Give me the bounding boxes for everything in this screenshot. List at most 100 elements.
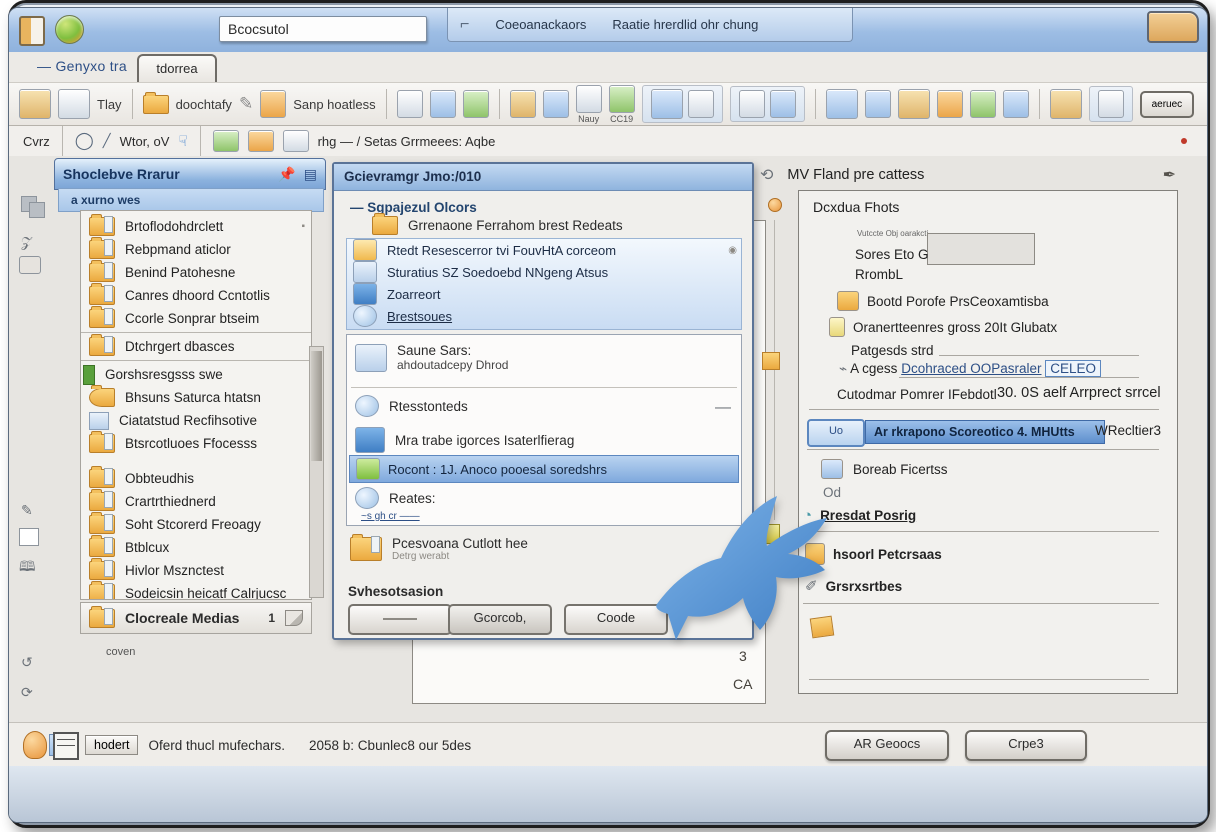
series-settings-text[interactable]: rhg — / Setas Grrmeees: Aqbe (318, 134, 496, 149)
window-icon[interactable] (739, 90, 765, 118)
group-row[interactable]: Sturatius SZ Soedoebd NNgeng Atsus (347, 261, 741, 283)
table-icon[interactable] (213, 130, 239, 152)
uo-button[interactable]: Uo (807, 419, 865, 447)
strip-contacts-icon[interactable] (19, 256, 41, 274)
reader-item[interactable]: Reates: (355, 487, 436, 509)
plant-icon[interactable] (970, 90, 996, 118)
scrollbar-thumb[interactable] (311, 351, 322, 461)
report-row[interactable]: hsoorl Petcrsaas (805, 543, 942, 565)
tree-item[interactable]: Btsrcotluoes Ffocesss (81, 432, 311, 455)
shape-circle-icon[interactable]: ◯ (75, 131, 94, 151)
wtor-tools[interactable]: Wtor, oV (120, 134, 170, 149)
edit-pen-icon[interactable]: ✒ (1163, 165, 1176, 185)
documents-folder-icon[interactable] (143, 95, 169, 114)
ruler-icon[interactable] (397, 90, 423, 118)
tree-item[interactable]: Btblcux (81, 536, 311, 559)
tree-item[interactable]: Bhsuns Saturca htatsn (81, 386, 311, 409)
tree-item[interactable]: Canres dhoord Ccntotlis (81, 284, 311, 307)
strip-sync-icon[interactable]: ⟳ (21, 684, 33, 701)
aeruec-button[interactable]: aeruec (1140, 91, 1195, 118)
tree-item[interactable]: Hivlor Msznctest (81, 559, 311, 582)
panel-preview-icon[interactable] (688, 90, 714, 118)
refresh-icon[interactable]: ⟲ (760, 165, 773, 185)
strip-square-icon[interactable] (29, 202, 45, 218)
profile-input[interactable] (927, 233, 1035, 265)
strip-pen-icon[interactable]: ✎ (21, 502, 33, 519)
titlebar-center-left[interactable]: Coeoanackaors (495, 17, 586, 32)
fridge-icon[interactable] (463, 90, 489, 118)
od-checkbox[interactable]: Od (823, 485, 841, 500)
cvrz-menu[interactable]: Cvrz (23, 134, 50, 149)
group-row[interactable]: Brestsoues (347, 305, 741, 327)
tlay-label[interactable]: Tlay (97, 97, 122, 112)
tree-item[interactable]: Rebpmand aticlor (81, 238, 311, 261)
page-curl-icon[interactable] (285, 610, 303, 626)
search-fields-row[interactable]: Boreab Ficertss (821, 459, 948, 479)
reports-button[interactable]: AR Geoocs (825, 730, 949, 761)
shape-line-icon[interactable]: ╱ (103, 133, 111, 149)
app-window-icon[interactable] (19, 16, 45, 46)
status-orange-icon[interactable] (23, 731, 47, 759)
pin-icon[interactable]: 📌 (278, 166, 295, 183)
panes-icon[interactable] (826, 89, 858, 119)
reader-link[interactable]: ~s gh cr —— (361, 511, 420, 522)
flask-icon[interactable] (430, 90, 456, 118)
grid-icon[interactable] (53, 732, 79, 760)
bucket-icon[interactable] (937, 90, 963, 118)
new-item-icon[interactable] (19, 89, 51, 119)
nauy-icon[interactable] (576, 85, 602, 113)
sidebar-scrollbar[interactable] (309, 346, 324, 598)
documents-label[interactable]: doochtafy (176, 97, 232, 112)
group-row[interactable]: Zoarreort (347, 283, 741, 305)
restore-item[interactable]: Rtesstonteds (355, 395, 468, 417)
tree-item[interactable]: Sodeicsin heicatf Calrjucsc (81, 582, 311, 600)
params-row[interactable]: Oranertteenres gross 20It Glubatx (829, 317, 1057, 337)
grs-row[interactable]: ✐ Grsrxsrtbes (805, 577, 902, 595)
collapse-dash-icon[interactable]: — (715, 399, 731, 417)
pencil-doc-icon[interactable] (810, 616, 835, 639)
dialog-top-item[interactable]: Grrenaone Ferrahom brest Redeats (372, 216, 623, 235)
signature-icon[interactable]: ✎ (239, 94, 253, 114)
profile-combo[interactable]: Ar rkrapono Scoreotico 4. MHUtts (865, 420, 1105, 444)
blank-button[interactable] (348, 604, 452, 635)
app-logo-icon[interactable] (55, 15, 84, 44)
monitor-icon[interactable] (865, 90, 891, 118)
tree-item[interactable]: Gorshsresgsss swe (81, 363, 311, 386)
stamp-icon[interactable] (510, 90, 536, 118)
access-box[interactable]: CELEO (1045, 360, 1101, 377)
tree-item[interactable]: Brtoflodohdrclett▪ (81, 215, 311, 238)
panel-icon[interactable] (283, 130, 309, 152)
titlebar-center-right[interactable]: Raatie hrerdlid ohr chung (612, 17, 758, 32)
sidebar-header[interactable]: Shoclebve Rrarur 📌 ▤ (54, 158, 326, 190)
move-item[interactable]: Mra trabe igorces Isaterlfierag (355, 427, 574, 453)
selected-item[interactable]: Rocont : 1J. Anoco pooesal soredshrs (349, 455, 739, 483)
snap-hand-icon[interactable] (260, 90, 286, 118)
group-row[interactable]: Rtedt Resescerror tvi FouvHtA corceom◉ (347, 239, 741, 261)
tree-item[interactable]: Obbteudhis (81, 467, 311, 490)
save-item[interactable]: Saune Sars: ahdoutadcepy Dhrod (355, 343, 508, 372)
book-icon[interactable] (248, 130, 274, 152)
paint-icon[interactable] (543, 90, 569, 118)
panel-toggle-icon[interactable]: ▤ (304, 166, 317, 183)
access-link[interactable]: Dcohraced OOPasraler (901, 361, 1041, 376)
tree-item[interactable]: Soht Stcorerd Freoagy (81, 513, 311, 536)
search-button[interactable]: Gcorcob, (448, 604, 552, 635)
list-view-icon[interactable] (58, 89, 90, 119)
close-button[interactable]: Coode (564, 604, 668, 635)
profile-row[interactable]: Bootd Porofe PrsCeoxamtisba (837, 291, 1049, 311)
pointer-icon[interactable]: ☟ (178, 132, 187, 150)
tree-item[interactable]: Benind Patohesne (81, 261, 311, 284)
tab-tdorrea[interactable]: tdorrea (137, 54, 217, 83)
strip-doc-icon[interactable] (19, 528, 39, 546)
cc19-icon[interactable] (609, 85, 635, 113)
layout-preview-icon[interactable] (651, 89, 683, 119)
strip-book-icon[interactable]: 🕮 (19, 556, 36, 580)
notes-icon[interactable] (1098, 90, 1124, 118)
snap-label[interactable]: Sanp hoatless (293, 97, 375, 112)
strip-z-icon[interactable]: 𝒵 (21, 234, 32, 251)
tree-item[interactable]: Ccorle Sonprar btseim (81, 307, 311, 330)
sidebar-footer-item[interactable]: Clocreale Medias 1 (80, 602, 312, 634)
strip-refresh-icon[interactable]: ↺ (21, 654, 33, 671)
personal-item[interactable]: Pcesvoana Cutlott hee Detrg werabt (350, 536, 528, 562)
form-icon[interactable] (1050, 89, 1082, 119)
